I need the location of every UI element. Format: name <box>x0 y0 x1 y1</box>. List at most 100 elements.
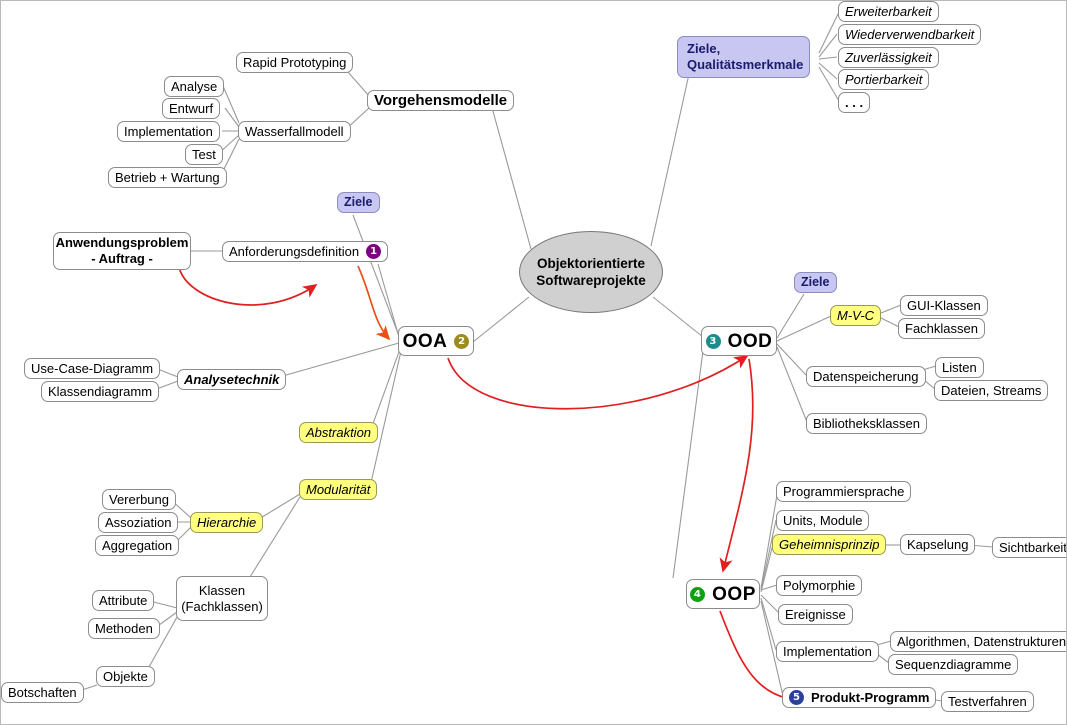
node-algorithmen-datenstrukturen[interactable]: Algorithmen, Datenstrukturen <box>890 631 1067 652</box>
node-test[interactable]: Test <box>185 144 223 165</box>
node-label: Attribute <box>99 593 148 608</box>
node-label: Abstraktion <box>306 425 372 440</box>
node-geheimnisprinzip[interactable]: Geheimnisprinzip <box>772 534 887 555</box>
node-label: M-V-C <box>837 308 875 323</box>
node-modularitaet[interactable]: Modularität <box>299 479 378 500</box>
node-klassendiagramm[interactable]: Klassendiagramm <box>41 381 160 402</box>
node-anwendungsproblem[interactable]: Anwendungsproblem - Auftrag - <box>53 232 191 270</box>
node-fachklassen[interactable]: Fachklassen <box>898 318 985 339</box>
node-label: Klassendiagramm <box>48 384 153 399</box>
node-wiederverwendbarkeit[interactable]: Wiederverwendbarkeit <box>838 24 982 45</box>
node-sequenzdiagramme[interactable]: Sequenzdiagramme <box>888 654 1019 675</box>
center-node-objektorientierte-softwareprojekte[interactable]: Objektorientierte Softwareprojekte <box>519 231 663 313</box>
node-label: Implementation <box>124 124 213 139</box>
mindmap-canvas: Rapid Prototyping Analyse Entwurf Implem… <box>0 0 1067 725</box>
node-label: Ziele, Qualitätsmerkmale <box>687 41 804 72</box>
node-label: OOA <box>402 330 448 352</box>
node-label: Fachklassen <box>905 321 978 336</box>
node-ellipsis[interactable]: . . . <box>838 92 871 113</box>
node-ood[interactable]: 3 OOD <box>701 326 777 356</box>
node-gui-klassen[interactable]: GUI-Klassen <box>900 295 988 316</box>
node-label: Produkt-Programm <box>811 690 930 705</box>
node-erweiterbarkeit[interactable]: Erweiterbarkeit <box>838 1 939 22</box>
node-dateien-streams[interactable]: Dateien, Streams <box>934 380 1049 401</box>
node-mvc[interactable]: M-V-C <box>830 305 882 326</box>
node-label: Sequenzdiagramme <box>895 657 1012 672</box>
node-testverfahren[interactable]: Testverfahren <box>941 691 1034 712</box>
node-rapid-prototyping[interactable]: Rapid Prototyping <box>236 52 354 73</box>
node-betrieb-wartung[interactable]: Betrieb + Wartung <box>108 167 227 188</box>
node-use-case-diagramm[interactable]: Use-Case-Diagramm <box>24 358 161 379</box>
node-label: Botschaften <box>8 685 77 700</box>
node-oop[interactable]: 4 OOP <box>686 579 760 609</box>
node-label: Zuverlässigkeit <box>845 50 932 65</box>
node-label: Ziele <box>344 195 373 209</box>
connector-layer <box>75 11 994 707</box>
node-label: Portierbarkeit <box>845 72 923 87</box>
node-label: Anwendungsproblem - Auftrag - <box>55 235 189 266</box>
node-anforderungsdefinition[interactable]: Anforderungsdefinition 1 <box>222 241 389 262</box>
node-label: Modularität <box>306 482 371 497</box>
node-sichtbarkeit[interactable]: Sichtbarkeit <box>992 537 1066 558</box>
node-attribute[interactable]: Attribute <box>92 590 155 611</box>
node-label: Anforderungsdefinition <box>229 244 360 259</box>
node-label: . . . <box>845 95 864 110</box>
node-botschaften[interactable]: Botschaften <box>1 682 84 703</box>
node-analysetechnik[interactable]: Analysetechnik <box>177 369 287 390</box>
node-label: Ereignisse <box>785 607 846 622</box>
node-label: Aggregation <box>102 538 173 553</box>
node-bibliotheksklassen[interactable]: Bibliotheksklassen <box>806 413 927 434</box>
node-polymorphie[interactable]: Polymorphie <box>776 575 863 596</box>
node-label: Test <box>192 147 216 162</box>
node-label: Objekte <box>103 669 148 684</box>
node-label: Assoziation <box>105 515 172 530</box>
node-objekte[interactable]: Objekte <box>96 666 155 687</box>
arrow-anforderung-to-ooa <box>357 265 391 341</box>
node-label: OOP <box>712 583 756 605</box>
node-vererbung[interactable]: Vererbung <box>102 489 176 510</box>
node-units-module[interactable]: Units, Module <box>776 510 870 531</box>
node-label: Vorgehensmodelle <box>374 92 508 109</box>
node-abstraktion[interactable]: Abstraktion <box>299 422 379 443</box>
node-hierarchie[interactable]: Hierarchie <box>190 512 264 533</box>
node-label: Analyse <box>171 79 218 94</box>
node-label: Listen <box>942 360 977 375</box>
node-produkt-programm[interactable]: 5 Produkt-Programm <box>782 687 937 708</box>
node-listen[interactable]: Listen <box>935 357 984 378</box>
node-label: Betrieb + Wartung <box>115 170 220 185</box>
node-label: Programmiersprache <box>783 484 905 499</box>
step-badge-3: 3 <box>705 333 721 349</box>
node-zuverlaessigkeit[interactable]: Zuverlässigkeit <box>838 47 939 68</box>
node-label: Implementation <box>783 644 872 659</box>
step-badge-5: 5 <box>789 690 804 705</box>
node-aggregation[interactable]: Aggregation <box>95 535 180 556</box>
node-ziele-ooa[interactable]: Ziele <box>337 192 380 213</box>
node-ooa[interactable]: OOA 2 <box>398 326 474 356</box>
node-datenspeicherung[interactable]: Datenspeicherung <box>806 366 926 387</box>
node-programmiersprache[interactable]: Programmiersprache <box>776 481 912 502</box>
node-label: Wiederverwendbarkeit <box>845 27 975 42</box>
node-implementation-right[interactable]: Implementation <box>776 641 879 662</box>
node-label: Testverfahren <box>948 694 1027 709</box>
arrow-ood-to-oop <box>719 358 754 573</box>
node-ereignisse[interactable]: Ereignisse <box>778 604 853 625</box>
node-implementation-left[interactable]: Implementation <box>117 121 220 142</box>
node-label: Algorithmen, Datenstrukturen <box>897 634 1067 649</box>
node-assoziation[interactable]: Assoziation <box>98 512 179 533</box>
node-portierbarkeit[interactable]: Portierbarkeit <box>838 69 930 90</box>
node-ziele-qualitaetsmerkmale[interactable]: Ziele, Qualitätsmerkmale <box>677 36 811 78</box>
step-badge-2: 2 <box>454 333 470 349</box>
node-entwurf[interactable]: Entwurf <box>162 98 221 119</box>
node-kapselung[interactable]: Kapselung <box>900 534 976 555</box>
node-label: Bibliotheksklassen <box>813 416 920 431</box>
node-vorgehensmodelle[interactable]: Vorgehensmodelle <box>367 90 515 111</box>
node-label: Rapid Prototyping <box>243 55 347 70</box>
node-label: Geheimnisprinzip <box>779 537 880 552</box>
node-label: Methoden <box>95 621 153 636</box>
node-methoden[interactable]: Methoden <box>88 618 160 639</box>
node-klassen-fachklassen[interactable]: Klassen (Fachklassen) <box>176 576 268 621</box>
node-wasserfallmodell[interactable]: Wasserfallmodell <box>238 121 351 142</box>
node-analyse[interactable]: Analyse <box>164 76 225 97</box>
node-label: Wasserfallmodell <box>245 124 344 139</box>
node-ziele-ood[interactable]: Ziele <box>794 272 837 293</box>
